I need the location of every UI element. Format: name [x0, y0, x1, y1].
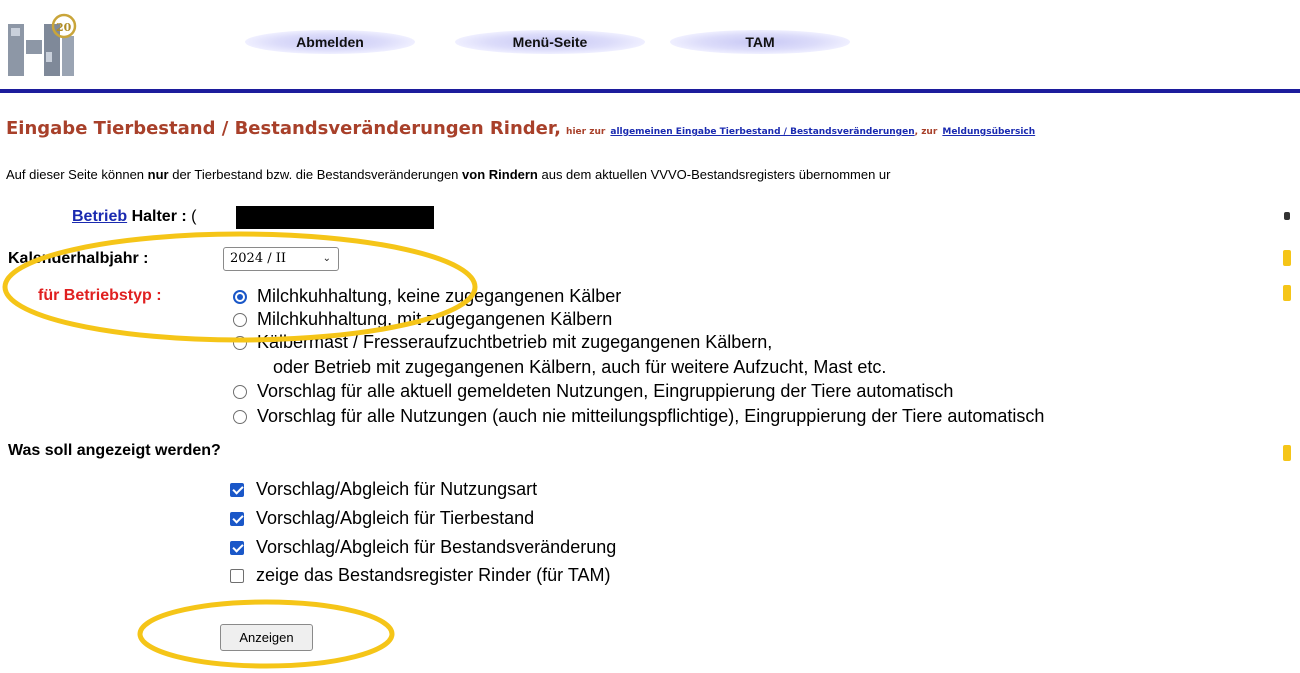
hi-logo: 20 [6, 12, 78, 80]
link-meldungsuebersicht[interactable]: Meldungsübersich [942, 127, 1035, 137]
betriebstyp-label: für Betriebstyp : [38, 287, 162, 304]
checkbox-bestandsregister-tam[interactable] [230, 569, 244, 583]
betriebstyp-option-label: Milchkuhhaltung, keine zugegangenen Kälb… [257, 286, 622, 306]
betriebstyp-radio-milchkuh-ohne[interactable] [233, 290, 247, 304]
betriebstyp-radio-vorschlag-aktuell[interactable] [233, 385, 247, 399]
edge-marker [1283, 285, 1291, 301]
anzeige-section-label: Was soll angezeigt werden? [8, 442, 221, 459]
info-text-part: der Tierbestand bzw. die Bestandsverände… [168, 167, 463, 182]
betriebstyp-option-label: Kälbermast / Fresseraufzuchtbetrieb mit … [257, 332, 773, 352]
info-text-bold: von Rindern [462, 167, 538, 182]
halter-value: ( [191, 208, 197, 225]
checkbox-label: Vorschlag/Abgleich für Nutzungsart [256, 479, 538, 499]
checkbox-label: Vorschlag/Abgleich für Bestandsveränderu… [256, 537, 617, 557]
betriebstyp-radio-kaelbermast[interactable] [233, 336, 247, 350]
logo-badge-text: 20 [56, 21, 72, 34]
nav-abmelden-button[interactable]: Abmelden [245, 30, 415, 54]
link-allgemeine-eingabe[interactable]: allgemeinen Eingabe Tierbestand / Bestan… [610, 127, 914, 137]
betriebstyp-option-label-continued: oder Betrieb mit zugegangenen Kälbern, a… [273, 357, 887, 377]
info-text-bold: nur [147, 167, 169, 182]
chevron-down-icon: ⌄ [322, 253, 331, 264]
checkbox-label: Vorschlag/Abgleich für Tierbestand [256, 508, 535, 528]
info-text-part: aus dem aktuellen VVVO-Bestandsregisters… [537, 167, 891, 182]
checkbox-tierbestand[interactable] [230, 512, 244, 526]
page-title-row: Eingabe Tierbestand / Bestandsveränderun… [6, 118, 1035, 139]
info-text-part: Auf dieser Seite können [6, 167, 148, 182]
halter-row: Betrieb Halter : ( [72, 208, 196, 226]
checkbox-label: zeige das Bestandsregister Rinder (für T… [256, 565, 611, 585]
betriebstyp-option-label: Vorschlag für alle aktuell gemeldeten Nu… [257, 381, 954, 401]
edge-marker [1283, 445, 1291, 461]
redacted-halter-value [236, 206, 434, 229]
kalenderhalbjahr-select[interactable]: 2024 / II ⌄ [223, 247, 339, 271]
betriebstyp-option-label: Vorschlag für alle Nutzungen (auch nie m… [257, 406, 1045, 426]
title-hier-zur-text: hier zur [566, 127, 606, 137]
nav-tam-button[interactable]: TAM [670, 30, 850, 54]
title-zur-text: , zur [914, 127, 938, 137]
betriebstyp-option-label: Milchkuhhaltung, mit zugegangenen Kälber… [257, 309, 613, 329]
edge-marker [1283, 250, 1291, 266]
betriebstyp-radio-vorschlag-alle[interactable] [233, 410, 247, 424]
nav-menu-seite-button[interactable]: Menü-Seite [455, 30, 645, 54]
page-title: Eingabe Tierbestand / Bestandsveränderun… [6, 118, 561, 139]
kalenderhalbjahr-value: 2024 / II [230, 251, 286, 266]
betriebstyp-radio-milchkuh-mit[interactable] [233, 313, 247, 327]
halter-label: Halter : [131, 208, 187, 225]
betrieb-link[interactable]: Betrieb [72, 208, 127, 225]
checkbox-bestandsveraenderung[interactable] [230, 541, 244, 555]
anzeigen-button[interactable]: Anzeigen [220, 624, 313, 651]
header-divider [0, 89, 1300, 93]
kalenderhalbjahr-label: Kalenderhalbjahr : [8, 250, 149, 267]
edge-marker [1284, 212, 1290, 220]
checkbox-nutzungsart[interactable] [230, 483, 244, 497]
info-text: Auf dieser Seite können nur der Tierbest… [6, 167, 891, 182]
